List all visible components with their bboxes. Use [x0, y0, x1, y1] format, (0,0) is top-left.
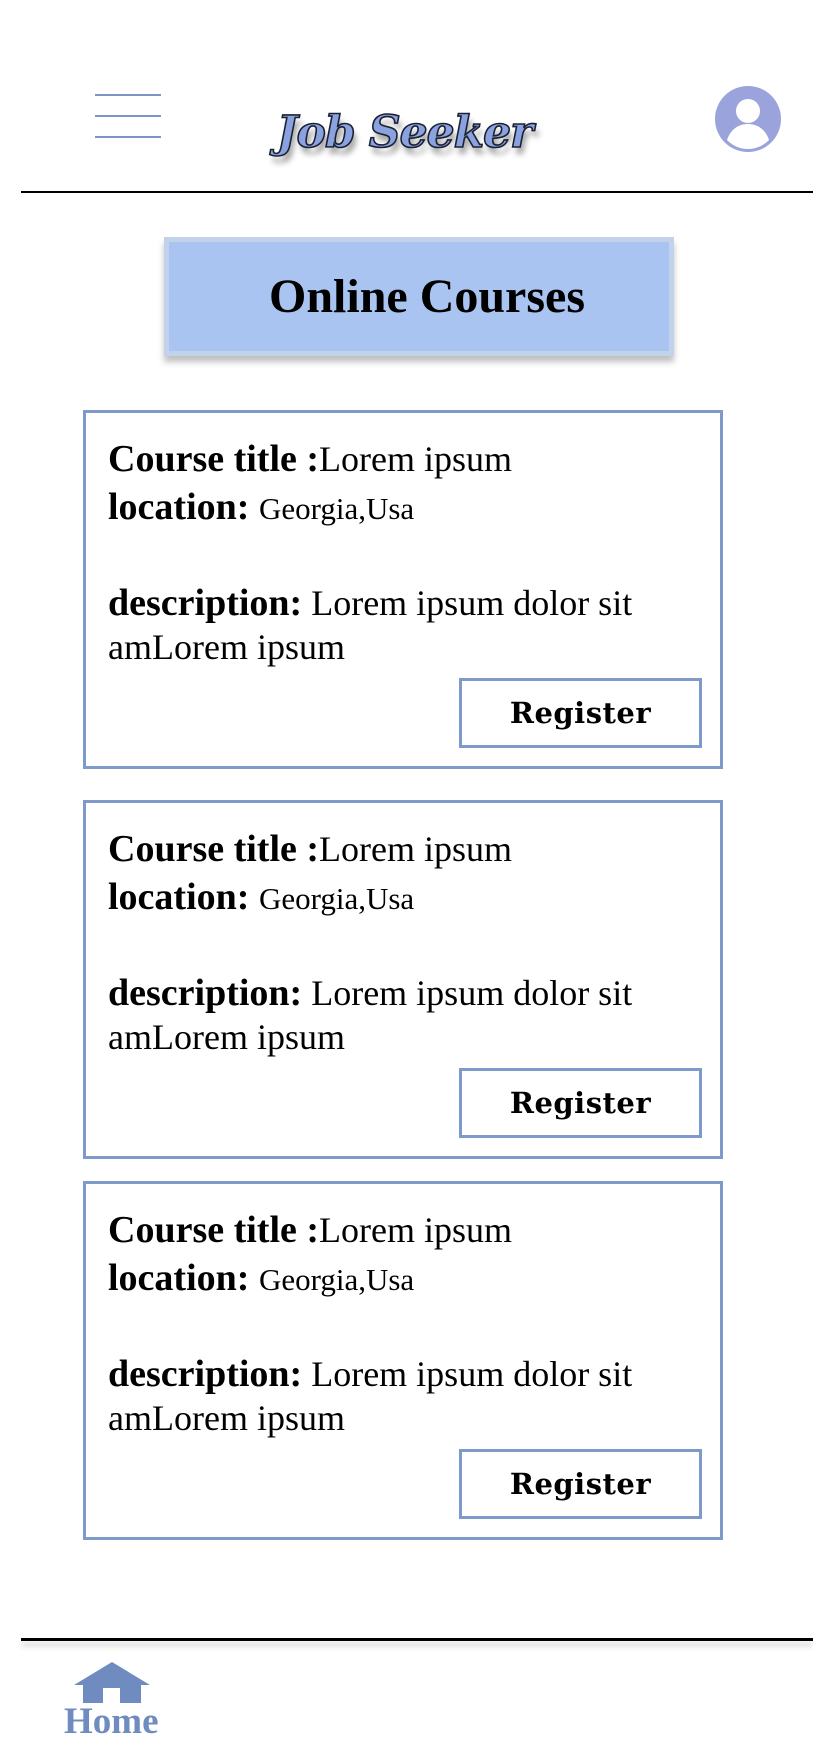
- course-description-label: description:: [108, 972, 303, 1014]
- course-description: description: Lorem ipsum dolor sit amLor…: [108, 581, 708, 669]
- course-card: Course title :Lorem ipsum location: Geor…: [83, 410, 723, 769]
- home-label[interactable]: Home: [64, 1700, 164, 1743]
- course-description-label: description:: [108, 582, 303, 624]
- course-card: Course title :Lorem ipsum location: Geor…: [83, 800, 723, 1159]
- course-location-value: Georgia,Usa: [258, 1262, 415, 1297]
- course-description-label: description:: [108, 1353, 303, 1395]
- course-title-value: Lorem ipsum: [319, 439, 513, 479]
- course-location-label: location:: [108, 486, 250, 528]
- header-divider: [21, 191, 813, 193]
- course-title: Course title :Lorem ipsum: [108, 827, 512, 871]
- footer-divider: [21, 1638, 813, 1641]
- course-description: description: Lorem ipsum dolor sit amLor…: [108, 971, 708, 1059]
- course-location: location: Georgia,Usa: [108, 1256, 414, 1302]
- register-button[interactable]: Register: [459, 678, 702, 748]
- page-title: Online Courses: [164, 237, 674, 356]
- course-location: location: Georgia,Usa: [108, 875, 414, 921]
- course-title-label: Course title :: [108, 1209, 320, 1251]
- course-location-label: location:: [108, 876, 250, 918]
- course-location-value: Georgia,Usa: [258, 881, 415, 916]
- course-location-value: Georgia,Usa: [258, 491, 415, 526]
- course-location-label: location:: [108, 1257, 250, 1299]
- register-button[interactable]: Register: [459, 1449, 702, 1519]
- course-title-label: Course title :: [108, 828, 320, 870]
- course-title: Course title :Lorem ipsum: [108, 437, 512, 481]
- course-title-value: Lorem ipsum: [319, 1210, 513, 1250]
- register-button[interactable]: Register: [459, 1068, 702, 1138]
- course-title: Course title :Lorem ipsum: [108, 1208, 512, 1252]
- course-title-value: Lorem ipsum: [319, 829, 513, 869]
- course-location: location: Georgia,Usa: [108, 485, 414, 531]
- course-description: description: Lorem ipsum dolor sit amLor…: [108, 1352, 708, 1440]
- page-title-text: Online Courses: [268, 270, 586, 323]
- app-title: Job Seeker: [276, 106, 534, 159]
- user-avatar-icon[interactable]: [714, 85, 782, 153]
- course-title-label: Course title :: [108, 438, 320, 480]
- home-icon[interactable]: [73, 1661, 151, 1705]
- course-card: Course title :Lorem ipsum location: Geor…: [83, 1181, 723, 1540]
